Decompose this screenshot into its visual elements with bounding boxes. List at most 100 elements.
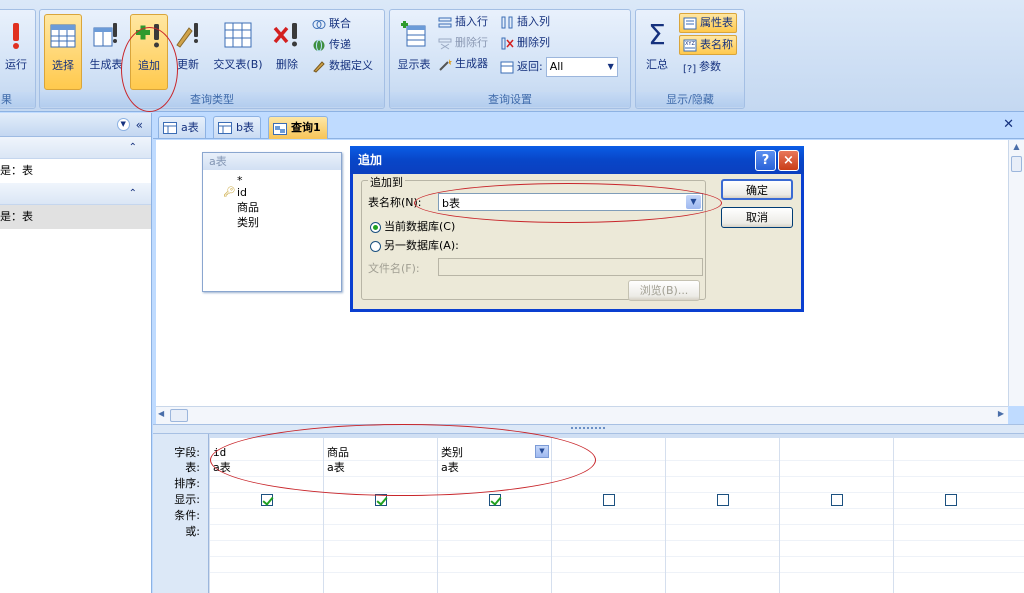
update-query-icon (173, 20, 203, 50)
horizontal-scrollbar[interactable]: ◀ ▶ (156, 406, 1008, 424)
nav-item-table-a[interactable]: 是：表 (0, 159, 151, 183)
shutter-bar-close-icon[interactable]: « (136, 118, 143, 132)
table-icon (218, 121, 232, 134)
file-name-input[interactable] (438, 258, 703, 276)
field-list-a-table[interactable]: a表 * 🔑︎ id 商品 类别 (202, 152, 342, 292)
tab-label: b表 (236, 120, 254, 134)
delete-columns-button[interactable]: 删除列 (500, 33, 550, 53)
parameters-icon: [?] (682, 61, 696, 75)
dialog-close-button[interactable]: × (778, 150, 799, 171)
crosstab-query-label: 交叉表(B) (213, 58, 263, 71)
nav-group-header-1[interactable]: ⌃ (0, 137, 151, 159)
show-checkbox[interactable] (717, 494, 729, 506)
delete-columns-label: 删除列 (517, 36, 550, 49)
row-label-sort: 排序: (174, 477, 200, 490)
delete-query-icon (272, 20, 302, 50)
navigation-pane: ▼ « ⌃ 是：表 ⌃ 是：表 (0, 113, 152, 593)
grid-column-5[interactable] (665, 438, 779, 593)
tab-label: 查询1 (291, 121, 321, 134)
run-button[interactable]: 运行 (0, 14, 35, 90)
show-checkbox[interactable] (489, 494, 501, 506)
annotation-ellipse-append (121, 27, 178, 112)
show-checkbox[interactable] (603, 494, 615, 506)
return-label: 返回: (517, 60, 543, 73)
builder-button[interactable]: 生成器 (438, 54, 488, 74)
union-label: 联合 (329, 17, 351, 30)
union-query-button[interactable]: 联合 (312, 14, 351, 34)
file-name-label: 文件名(F): (368, 262, 420, 275)
delete-query-label: 删除 (276, 58, 298, 71)
nav-menu-chevron-icon[interactable]: ▼ (116, 118, 130, 131)
document-tabs: a表 b表 查询1 (153, 113, 1024, 139)
nav-group-header-2[interactable]: ⌃ (0, 183, 151, 205)
browse-label: 浏览(B)... (639, 284, 689, 297)
row-label-or: 或: (185, 525, 200, 538)
scroll-left-icon[interactable]: ◀ (158, 409, 164, 418)
property-sheet-button[interactable]: 属性表 (679, 13, 737, 33)
query-icon (273, 122, 287, 135)
nav-item-table-b[interactable]: 是：表 (0, 205, 151, 229)
scroll-up-icon[interactable]: ▲ (1010, 142, 1023, 154)
tab-query1[interactable]: 查询1 (268, 116, 328, 139)
run-icon (1, 20, 31, 50)
property-sheet-label: 属性表 (700, 16, 733, 29)
insert-columns-button[interactable]: 插入列 (500, 12, 550, 32)
grid-column-6[interactable] (779, 438, 893, 593)
delete-rows-button[interactable]: 删除行 (438, 33, 488, 53)
field-item-product[interactable]: 商品 (203, 200, 341, 215)
scroll-right-icon[interactable]: ▶ (998, 409, 1004, 418)
help-button[interactable]: ? (755, 150, 776, 171)
other-db-radio[interactable]: 另一数据库(A): (370, 237, 459, 253)
parameters-button[interactable]: [?] 参数 (682, 57, 721, 77)
update-query-label: 更新 (177, 58, 199, 71)
append-to-legend: 追加到 (368, 174, 405, 190)
parameters-label: 参数 (699, 60, 721, 73)
grid-column-7[interactable] (893, 438, 1007, 593)
field-item-category[interactable]: 类别 (203, 215, 341, 230)
insert-rows-button[interactable]: 插入行 (438, 12, 488, 32)
passthrough-query-button[interactable]: 传递 (312, 35, 351, 55)
horizontal-scroll-thumb[interactable] (170, 409, 188, 422)
select-query-icon (48, 21, 78, 51)
union-icon (312, 18, 326, 31)
cancel-button[interactable]: 取消 (721, 207, 793, 228)
insert-columns-icon (500, 16, 514, 29)
current-db-radio[interactable]: 当前数据库(C) (370, 218, 455, 234)
return-dropdown[interactable]: All ▼ (545, 57, 618, 77)
field-item-id[interactable]: 🔑︎ id (203, 185, 341, 200)
vertical-scrollbar[interactable]: ▲ (1008, 140, 1024, 406)
delete-rows-label: 删除行 (455, 36, 488, 49)
show-checkbox[interactable] (831, 494, 843, 506)
vertical-scroll-thumb[interactable] (1011, 156, 1022, 172)
crosstab-query-icon (223, 20, 253, 50)
table-icon (163, 121, 177, 134)
crosstab-query-button[interactable]: 交叉表(B) (208, 14, 268, 90)
insert-rows-label: 插入行 (455, 15, 488, 28)
table-names-icon: XYZ (683, 39, 697, 52)
close-document-icon[interactable]: ✕ (1003, 117, 1014, 132)
make-table-label: 生成表 (89, 58, 123, 71)
table-names-button[interactable]: XYZ 表名称 (679, 35, 737, 55)
tab-a-table[interactable]: a表 (158, 116, 206, 138)
collapse-icon: ⌃ (128, 188, 137, 199)
show-checkbox[interactable] (261, 494, 273, 506)
data-definition-button[interactable]: 数据定义 (312, 56, 373, 76)
delete-query-button[interactable]: 删除 (270, 14, 304, 90)
collapse-icon: ⌃ (128, 142, 137, 153)
query-setup-group: 显示表 插入行 删除行 生成器 插入列 删除列 返回: All ▼ 查询设置 (389, 9, 631, 109)
dialog-title-bar: 追加 ? × (350, 146, 804, 174)
show-table-button[interactable]: 显示表 (393, 14, 435, 90)
close-icon: × (783, 153, 794, 168)
totals-button[interactable]: Σ 汇总 (639, 14, 675, 90)
tab-b-table[interactable]: b表 (213, 116, 261, 138)
ok-button[interactable]: 确定 (721, 179, 793, 200)
select-query-label: 选择 (52, 59, 74, 72)
show-hide-group-label: 显示/隐藏 (636, 92, 744, 107)
insert-columns-label: 插入列 (517, 15, 550, 28)
show-checkbox[interactable] (945, 494, 957, 506)
field-item-all[interactable]: * (203, 170, 341, 187)
select-query-button[interactable]: 选择 (44, 14, 82, 90)
cancel-label: 取消 (746, 211, 768, 224)
browse-button[interactable]: 浏览(B)... (628, 280, 700, 301)
grid-row-labels: 字段: 表: 排序: 显示: 条件: 或: (153, 434, 209, 593)
